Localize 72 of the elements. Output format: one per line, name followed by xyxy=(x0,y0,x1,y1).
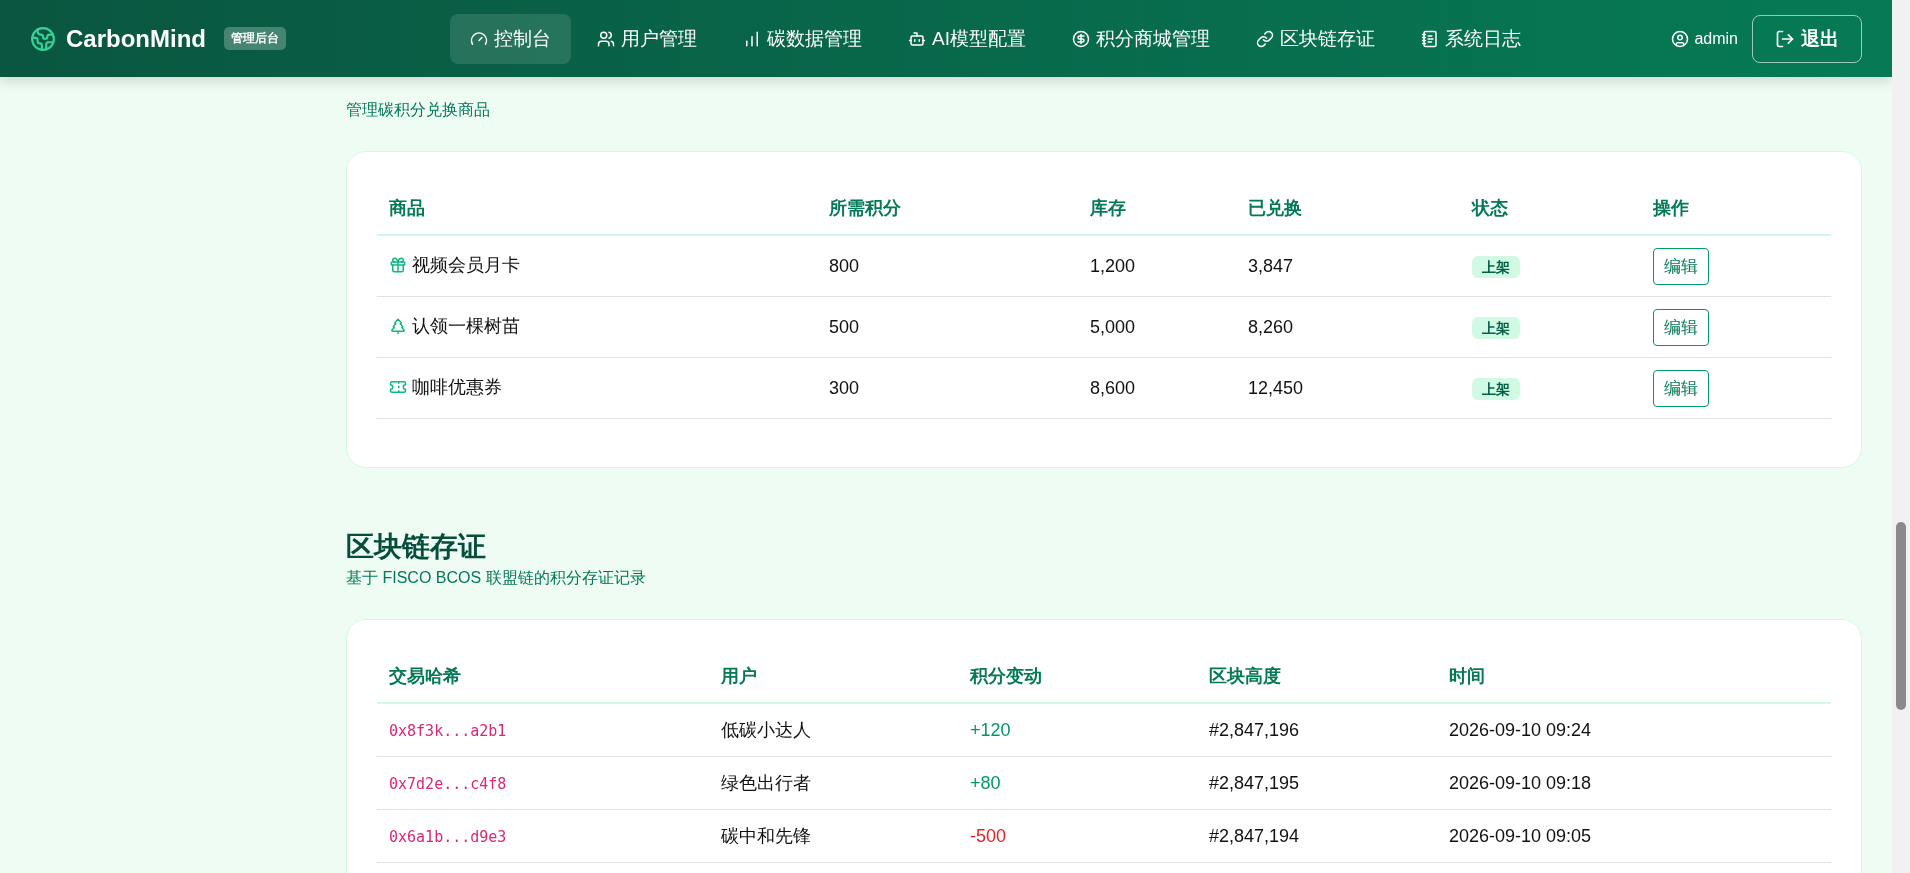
table-cell: 2026-09-10 09:18 xyxy=(1449,772,1592,794)
points-change: -500 xyxy=(970,825,1007,847)
column-header: 操作 xyxy=(1653,198,1689,218)
column-header: 用户 xyxy=(721,666,757,686)
table-cell-text: 碳中和先锋 xyxy=(721,825,811,848)
table-cell: 8,600 xyxy=(1090,377,1136,399)
nav-item[interactable]: 积分商城管理 xyxy=(1051,13,1230,64)
brand-name: CarbonMind xyxy=(66,24,206,53)
nav-item[interactable]: 控制台 xyxy=(450,13,571,64)
section-subtitle: 管理碳积分兑换商品 xyxy=(346,100,491,120)
table-cell: #2,847,194 xyxy=(1209,825,1300,847)
table-cell: 1,200 xyxy=(1090,255,1136,277)
column-header: 区块高度 xyxy=(1209,666,1281,686)
column-header: 交易哈希 xyxy=(389,666,461,686)
nav-item[interactable]: 系统日志 xyxy=(1400,13,1541,64)
transaction-hash: 0x7d2e...c4f8 xyxy=(389,774,507,793)
admin-badge: 管理后台 xyxy=(224,27,286,50)
user-icon xyxy=(1671,29,1690,48)
transaction-hash: 0x6a1b...d9e3 xyxy=(389,827,507,846)
gauge-icon xyxy=(470,29,488,48)
robot-icon xyxy=(908,29,926,48)
ticket-icon xyxy=(389,378,407,396)
edit-button[interactable]: 编辑 xyxy=(1653,247,1709,285)
status-badge: 上架 xyxy=(1472,316,1520,339)
product-name: 视频会员月卡 xyxy=(389,253,520,277)
column-header: 积分变动 xyxy=(970,666,1042,686)
status-badge: 上架 xyxy=(1472,377,1520,400)
table-cell: 2026-09-10 09:24 xyxy=(1449,719,1592,741)
nav-item[interactable]: 碳数据管理 xyxy=(723,13,882,64)
section-subtitle: 基于 FISCO BCOS 联盟链的积分存证记录 xyxy=(346,568,647,588)
table-cell: 500 xyxy=(829,316,860,338)
user-name: admin xyxy=(1671,29,1738,48)
column-header: 状态 xyxy=(1472,198,1508,218)
table-cell: 2026-09-10 09:05 xyxy=(1449,825,1592,847)
table-cell: 8,260 xyxy=(1248,316,1294,338)
status-badge: 上架 xyxy=(1472,255,1520,278)
section-title: 区块链存证 xyxy=(346,530,487,564)
table-cell: 800 xyxy=(829,255,860,277)
table-cell: 3,847 xyxy=(1248,255,1294,277)
column-header: 已兑换 xyxy=(1248,198,1302,218)
column-header: 库存 xyxy=(1090,198,1126,218)
points-change: +80 xyxy=(970,772,1001,794)
nav-item[interactable]: AI模型配置 xyxy=(888,13,1046,64)
points-change: +120 xyxy=(970,719,1011,741)
column-header: 商品 xyxy=(389,198,425,218)
nav-item[interactable]: 用户管理 xyxy=(577,13,717,64)
transaction-hash: 0x8f3k...a2b1 xyxy=(389,721,507,740)
link-icon xyxy=(1255,29,1274,48)
table-cell-text: 绿色出行者 xyxy=(721,772,811,795)
table-cell: #2,847,196 xyxy=(1209,719,1300,741)
product-name: 咖啡优惠券 xyxy=(389,375,502,399)
notebook-icon xyxy=(1420,29,1439,48)
tree-icon xyxy=(389,317,407,335)
column-header: 时间 xyxy=(1449,666,1485,686)
table-cell: #2,847,195 xyxy=(1209,772,1300,794)
gift-icon xyxy=(389,256,407,274)
globe-icon xyxy=(30,25,56,52)
logout-icon xyxy=(1775,28,1795,49)
bar-chart-icon xyxy=(743,29,761,48)
table-cell: 12,450 xyxy=(1248,377,1304,399)
edit-button[interactable]: 编辑 xyxy=(1653,369,1709,407)
logout-button[interactable]: 退出 xyxy=(1752,14,1862,63)
table-cell: 300 xyxy=(829,377,860,399)
users-icon xyxy=(597,29,615,48)
column-header: 所需积分 xyxy=(829,198,901,218)
nav-item[interactable]: 区块链存证 xyxy=(1235,13,1395,64)
scrollbar[interactable] xyxy=(1892,0,1910,873)
table-cell: 5,000 xyxy=(1090,316,1136,338)
dollar-coin-icon xyxy=(1071,29,1090,48)
product-name: 认领一棵树苗 xyxy=(389,314,520,338)
edit-button[interactable]: 编辑 xyxy=(1653,308,1709,346)
table-cell-text: 低碳小达人 xyxy=(721,719,811,742)
